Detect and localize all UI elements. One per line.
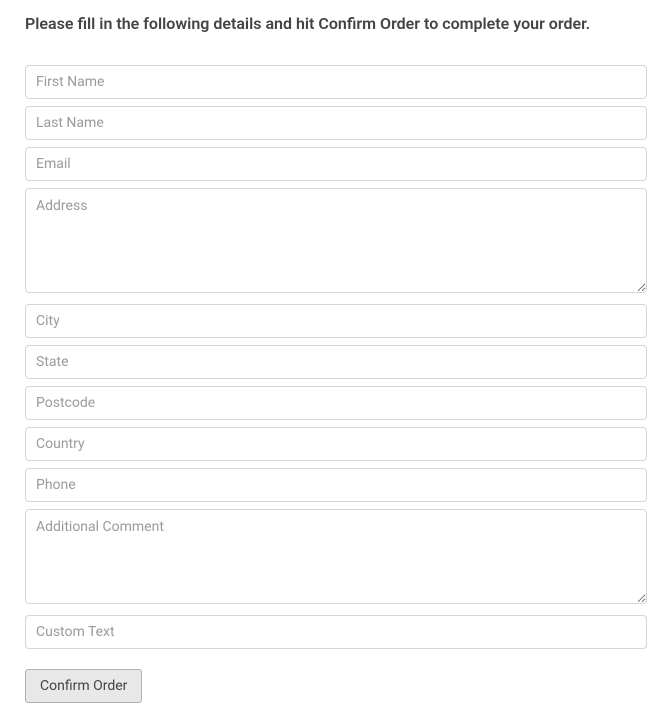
custom-text-input[interactable]	[25, 615, 647, 649]
address-textarea[interactable]	[25, 188, 647, 293]
last-name-field-wrapper	[25, 106, 647, 140]
confirm-order-button[interactable]: Confirm Order	[25, 669, 142, 703]
additional-comment-textarea[interactable]	[25, 509, 647, 604]
address-field-wrapper	[25, 188, 647, 297]
form-instruction: Please fill in the following details and…	[25, 10, 647, 37]
first-name-input[interactable]	[25, 65, 647, 99]
postcode-field-wrapper	[25, 386, 647, 420]
country-field-wrapper	[25, 427, 647, 461]
postcode-input[interactable]	[25, 386, 647, 420]
email-field-wrapper	[25, 147, 647, 181]
phone-field-wrapper	[25, 468, 647, 502]
custom-text-field-wrapper	[25, 615, 647, 649]
state-input[interactable]	[25, 345, 647, 379]
country-input[interactable]	[25, 427, 647, 461]
email-input[interactable]	[25, 147, 647, 181]
state-field-wrapper	[25, 345, 647, 379]
submit-row: Confirm Order	[25, 669, 647, 703]
additional-comment-field-wrapper	[25, 509, 647, 608]
first-name-field-wrapper	[25, 65, 647, 99]
order-form: Confirm Order	[25, 65, 647, 703]
last-name-input[interactable]	[25, 106, 647, 140]
city-input[interactable]	[25, 304, 647, 338]
phone-input[interactable]	[25, 468, 647, 502]
city-field-wrapper	[25, 304, 647, 338]
